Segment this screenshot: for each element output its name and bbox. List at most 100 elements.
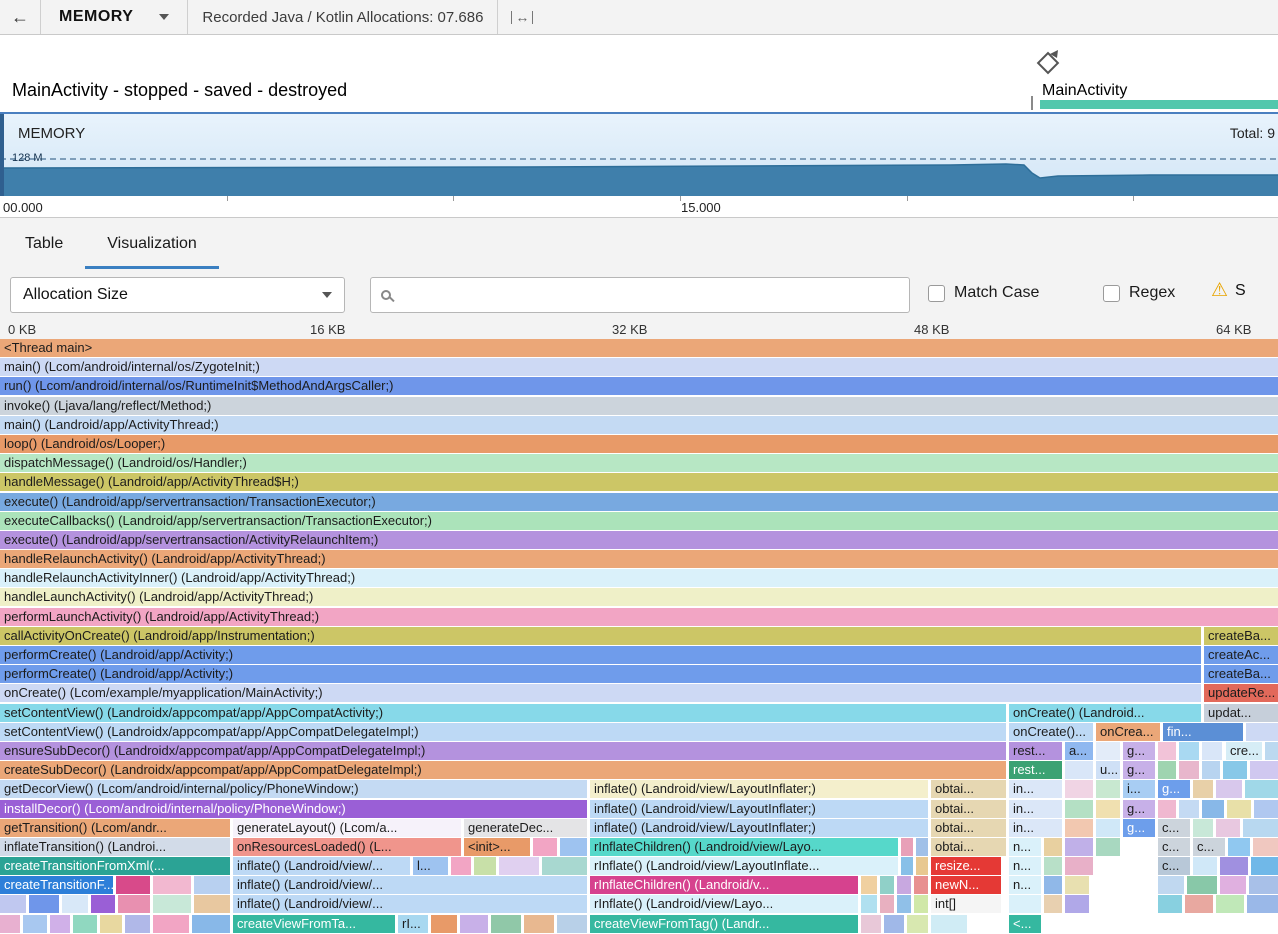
flame-segment[interactable]: onCreate() (Lcom/example/myapplication/M… (0, 684, 1201, 702)
flame-segment[interactable]: n... (1009, 876, 1041, 894)
flame-segment[interactable] (1220, 876, 1246, 894)
flame-segment[interactable]: dispatchMessage() (Landroid/os/Handler;) (0, 454, 1278, 472)
flame-segment[interactable] (1185, 895, 1213, 913)
flame-segment[interactable]: execute() (Landroid/app/servertransactio… (0, 531, 1278, 549)
flame-segment[interactable] (897, 876, 911, 894)
flame-segment[interactable]: handleRelaunchActivity() (Landroid/app/A… (0, 550, 1278, 568)
flame-segment[interactable]: createViewFromTag() (Landr... (590, 915, 858, 933)
flame-segment[interactable]: c... (1158, 857, 1190, 875)
flame-segment[interactable] (1158, 800, 1176, 818)
flame-segment[interactable] (1065, 838, 1093, 856)
flame-segment[interactable]: executeCallbacks() (Landroid/app/servert… (0, 512, 1278, 530)
fit-to-width-button[interactable]: ↔ (498, 0, 546, 34)
flame-segment[interactable]: obtai... (931, 780, 1006, 798)
flame-segment[interactable]: createBa... (1204, 665, 1278, 683)
flame-segment[interactable]: generateLayout() (Lcom/a... (233, 819, 461, 837)
flame-segment[interactable]: onResourcesLoaded() (L... (233, 838, 461, 856)
flame-segment[interactable] (1202, 800, 1224, 818)
flame-segment[interactable]: g... (1123, 761, 1155, 779)
flame-segment[interactable]: in... (1009, 780, 1062, 798)
flame-segment[interactable] (1065, 761, 1093, 779)
flame-segment[interactable] (1220, 857, 1248, 875)
flame-segment[interactable] (1096, 800, 1120, 818)
flame-segment[interactable]: fin... (1163, 723, 1243, 741)
flame-segment[interactable] (1065, 780, 1093, 798)
flame-segment[interactable]: obtai... (931, 819, 1006, 837)
flame-segment[interactable] (1254, 800, 1278, 818)
flame-segment[interactable]: rI... (398, 915, 428, 933)
flame-segment[interactable] (1216, 819, 1240, 837)
flame-segment[interactable] (1216, 895, 1244, 913)
flame-segment[interactable]: execute() (Landroid/app/servertransactio… (0, 493, 1278, 511)
flame-segment[interactable]: n... (1009, 857, 1041, 875)
flame-segment[interactable] (0, 895, 26, 913)
event-bar[interactable] (1040, 100, 1278, 109)
flame-segment[interactable]: inflate() (Landroid/view/... (233, 857, 410, 875)
regex-checkbox[interactable]: Regex (1103, 284, 1175, 302)
flame-segment[interactable]: updat... (1204, 704, 1278, 722)
flame-segment[interactable] (1202, 761, 1220, 779)
flame-segment[interactable]: createSubDecor() (Landroidx/appcompat/ap… (0, 761, 1006, 779)
flame-segment[interactable]: ensureSubDecor() (Landroidx/appcompat/ap… (0, 742, 1006, 760)
flame-segment[interactable] (1228, 838, 1250, 856)
flame-segment[interactable]: a... (1065, 742, 1093, 760)
tab-visualization[interactable]: Visualization (85, 218, 219, 270)
flame-segment[interactable] (1202, 742, 1222, 760)
flame-segment[interactable] (125, 915, 150, 933)
flame-segment[interactable] (153, 915, 189, 933)
flame-segment[interactable] (542, 857, 587, 875)
flame-segment[interactable] (1044, 895, 1062, 913)
flame-segment[interactable] (931, 915, 967, 933)
flame-segment[interactable] (1044, 857, 1062, 875)
flame-segment[interactable] (1251, 857, 1278, 875)
flame-segment[interactable] (901, 857, 913, 875)
flame-segment[interactable]: g... (1123, 819, 1155, 837)
flame-segment[interactable] (1193, 780, 1213, 798)
flame-segment[interactable]: in... (1009, 819, 1062, 837)
flame-segment[interactable]: performCreate() (Landroid/app/Activity;) (0, 665, 1201, 683)
back-button[interactable]: ← (0, 0, 40, 34)
flame-segment[interactable] (499, 857, 539, 875)
flame-segment[interactable]: in... (1009, 800, 1062, 818)
flame-segment[interactable]: newN... (931, 876, 1001, 894)
flame-segment[interactable]: handleRelaunchActivityInner() (Landroid/… (0, 569, 1278, 587)
flame-segment[interactable] (23, 915, 47, 933)
flame-segment[interactable]: <Thread main> (0, 339, 1278, 357)
flame-segment[interactable] (62, 895, 88, 913)
flame-segment[interactable] (880, 876, 894, 894)
flame-segment[interactable]: createAc... (1204, 646, 1278, 664)
flame-segment[interactable]: obtai... (931, 800, 1006, 818)
flame-segment[interactable] (1193, 857, 1217, 875)
flame-segment[interactable] (524, 915, 554, 933)
flame-segment[interactable] (1245, 780, 1278, 798)
flame-segment[interactable] (1193, 819, 1213, 837)
flame-segment[interactable] (192, 915, 230, 933)
flame-segment[interactable] (557, 915, 587, 933)
flame-segment[interactable]: createBa... (1204, 627, 1278, 645)
flame-segment[interactable]: inflate() (Landroid/view/LayoutInflater;… (590, 800, 928, 818)
flame-segment[interactable] (116, 876, 150, 894)
flame-segment[interactable] (1179, 800, 1199, 818)
flame-segment[interactable] (73, 915, 97, 933)
flame-segment[interactable] (533, 838, 557, 856)
flame-segment[interactable] (1158, 742, 1176, 760)
flame-segment[interactable] (50, 915, 70, 933)
flame-segment[interactable] (884, 915, 904, 933)
flame-segment[interactable] (1044, 876, 1062, 894)
flame-segment[interactable] (1065, 876, 1089, 894)
flame-segment[interactable]: loop() (Landroid/os/Looper;) (0, 435, 1278, 453)
flame-segment[interactable]: inflate() (Landroid/view/LayoutInflater;… (590, 819, 928, 837)
flame-segment[interactable]: setContentView() (Landroidx/appcompat/ap… (0, 723, 1006, 741)
flame-segment[interactable] (861, 876, 877, 894)
search-input[interactable] (400, 287, 899, 304)
flame-segment[interactable]: u... (1096, 761, 1120, 779)
flame-segment[interactable] (1179, 761, 1199, 779)
flame-segment[interactable]: n... (1009, 838, 1041, 856)
flame-segment[interactable]: rInflateChildren() (Landroid/view/Layo..… (590, 838, 898, 856)
flame-segment[interactable]: updateRe... (1204, 684, 1278, 702)
flame-segment[interactable] (460, 915, 488, 933)
flame-segment[interactable]: int[] (931, 895, 1001, 913)
flame-segment[interactable] (1096, 838, 1120, 856)
flame-segment[interactable] (560, 838, 587, 856)
flame-segment[interactable]: performLaunchActivity() (Landroid/app/Ac… (0, 608, 1278, 626)
